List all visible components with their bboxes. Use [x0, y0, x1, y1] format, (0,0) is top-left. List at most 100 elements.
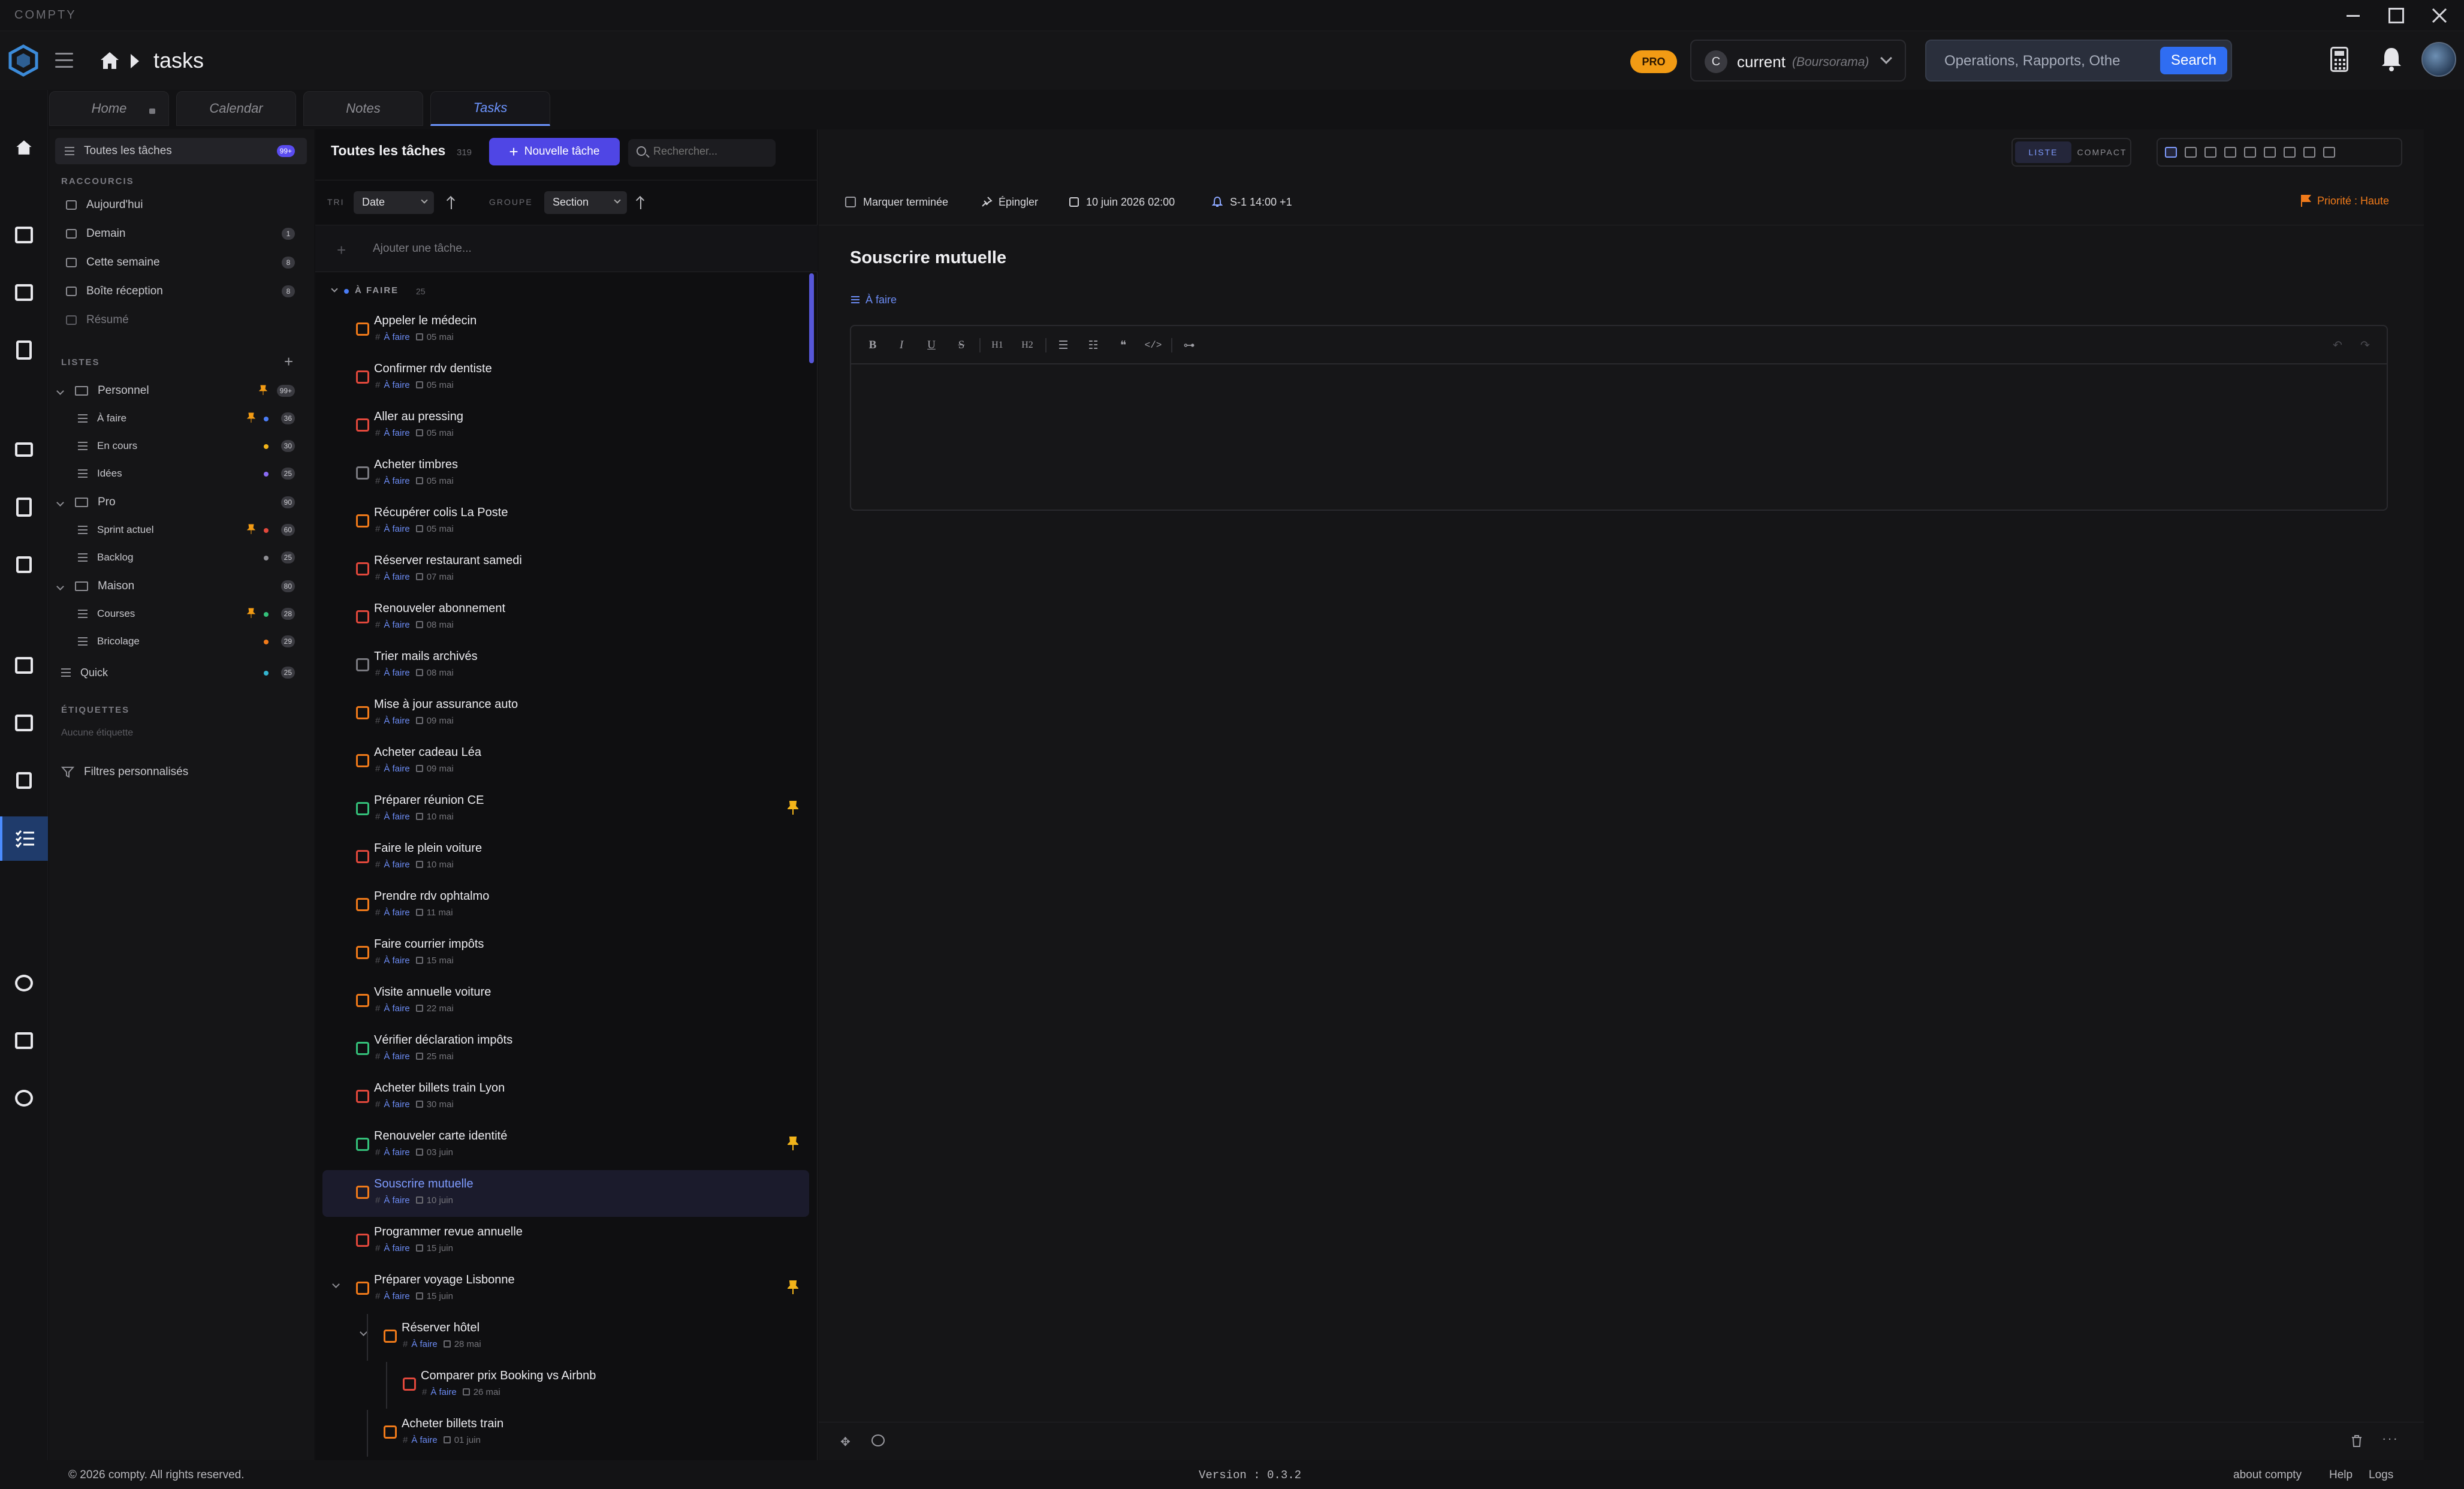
- layout-timeline-icon[interactable]: [2303, 147, 2315, 158]
- scrollbar[interactable]: [809, 273, 814, 363]
- priority-button[interactable]: Priorité : Haute: [2300, 194, 2389, 207]
- search-button[interactable]: Search: [2160, 47, 2227, 74]
- close-icon[interactable]: [2427, 5, 2451, 26]
- due-date-button[interactable]: 10 juin 2026 02:00: [1069, 193, 1175, 211]
- tab-tasks[interactable]: Tasks: [430, 91, 550, 126]
- sidebar-item-this-week[interactable]: Cette semaine 8: [49, 249, 307, 276]
- rail-report-icon[interactable]: [10, 336, 38, 364]
- sidebar-item-en-cours[interactable]: En cours 30: [49, 433, 307, 459]
- link-icon[interactable]: ⊶: [1181, 337, 1198, 354]
- task-checkbox[interactable]: [356, 418, 369, 432]
- rail-property-icon[interactable]: [10, 651, 38, 680]
- task-checkbox[interactable]: [356, 466, 369, 480]
- layout-grid2-icon[interactable]: [2204, 147, 2216, 158]
- chevron-down-icon[interactable]: [331, 285, 338, 293]
- heading1-button[interactable]: H1: [989, 337, 1006, 354]
- comment-icon[interactable]: [871, 1434, 885, 1446]
- task-row[interactable]: Acheter timbres # À faire 05 mai: [322, 451, 809, 498]
- view-compact-button[interactable]: COMPACT: [2074, 139, 2130, 165]
- rail-palette-icon[interactable]: [10, 1084, 38, 1113]
- task-row[interactable]: Faire courrier impôts # À faire 15 mai: [322, 930, 809, 977]
- account-selector[interactable]: C current (Boursorama): [1690, 40, 1906, 82]
- task-row[interactable]: Acheter billets train # À faire 01 juin: [322, 1410, 809, 1457]
- task-row[interactable]: Renouveler carte identité # À faire 03 juin: [322, 1122, 809, 1169]
- code-icon[interactable]: </>: [1145, 337, 1162, 354]
- layout-single-icon[interactable]: [2165, 147, 2177, 158]
- task-checkbox[interactable]: [356, 1042, 369, 1055]
- task-row[interactable]: Préparer réunion CE # À faire 10 mai: [322, 786, 809, 833]
- task-checkbox[interactable]: [356, 898, 369, 911]
- sidebar-folder-pro[interactable]: Pro 90: [49, 489, 307, 516]
- task-checkbox[interactable]: [356, 658, 369, 671]
- task-row[interactable]: Comparer prix Booking vs Airbnb # À faire 2…: [322, 1362, 809, 1409]
- chevron-down-icon[interactable]: [360, 1328, 367, 1336]
- sidebar-item-quick[interactable]: Quick 25: [49, 659, 307, 686]
- sidebar-item-a-faire[interactable]: À faire 36: [49, 405, 307, 432]
- task-checkbox[interactable]: [356, 1282, 369, 1295]
- task-title[interactable]: Souscrire mutuelle: [850, 248, 1006, 268]
- tab-home[interactable]: Home: [49, 91, 169, 126]
- sort-direction-icon[interactable]: [447, 194, 456, 212]
- task-row[interactable]: Programmer revue annuelle # À faire 15 juin: [322, 1218, 809, 1265]
- task-row[interactable]: Appeler le médecin # À faire 05 mai: [322, 307, 809, 354]
- task-row[interactable]: Confirmer rdv dentiste # À faire 05 mai: [322, 355, 809, 402]
- layout-sidebar-icon[interactable]: [2244, 147, 2256, 158]
- menu-toggle-icon[interactable]: [55, 53, 73, 68]
- task-checkbox[interactable]: [356, 610, 369, 623]
- task-checkbox[interactable]: [356, 1234, 369, 1247]
- task-checkbox[interactable]: [403, 1378, 416, 1391]
- layout-columns-icon[interactable]: [2264, 147, 2276, 158]
- heading2-button[interactable]: H2: [1019, 337, 1036, 354]
- rail-tasks-icon[interactable]: [0, 816, 48, 861]
- task-checkbox[interactable]: [356, 1090, 369, 1103]
- calculator-icon[interactable]: [2330, 47, 2348, 72]
- task-row[interactable]: Prendre rdv ophtalmo # À faire 11 mai: [322, 882, 809, 929]
- rail-dashboard-icon[interactable]: [10, 221, 38, 249]
- task-checkbox[interactable]: [356, 1186, 369, 1199]
- sidebar-item-custom-filters[interactable]: Filtres personnalisés: [49, 759, 307, 785]
- task-row[interactable]: Réserver restaurant samedi # À faire 07 mai: [322, 547, 809, 593]
- task-checkbox[interactable]: [356, 370, 369, 384]
- rail-cards-icon[interactable]: [10, 1026, 38, 1055]
- task-checkbox[interactable]: [356, 802, 369, 815]
- numbered-list-icon[interactable]: ☷: [1085, 337, 1102, 354]
- sidebar-item-courses[interactable]: Courses 28: [49, 601, 307, 627]
- redo-icon[interactable]: ↷: [2357, 337, 2373, 354]
- task-list-link[interactable]: À faire: [851, 294, 897, 306]
- task-checkbox[interactable]: [356, 322, 369, 336]
- bullet-list-icon[interactable]: ☰: [1055, 337, 1072, 354]
- sidebar-item-backlog[interactable]: Backlog 25: [49, 544, 307, 571]
- home-icon[interactable]: [98, 49, 121, 72]
- task-row[interactable]: Acheter cadeau Léa # À faire 09 mai: [322, 739, 809, 785]
- task-row[interactable]: Récupérer colis La Poste # À faire 05 mai: [322, 499, 809, 545]
- task-checkbox[interactable]: [356, 994, 369, 1007]
- rail-home-icon[interactable]: [10, 133, 38, 162]
- chevron-down-icon[interactable]: [332, 1280, 340, 1288]
- task-row[interactable]: Renouveler abonnement # À faire 08 mai: [322, 595, 809, 641]
- add-list-icon[interactable]: +: [284, 352, 293, 371]
- rail-table-icon[interactable]: [10, 278, 38, 307]
- task-checkbox[interactable]: [356, 562, 369, 575]
- help-link[interactable]: Help: [2329, 1469, 2353, 1482]
- quote-icon[interactable]: ❝: [1115, 337, 1132, 354]
- minimize-icon[interactable]: [2341, 5, 2365, 26]
- task-row[interactable]: Mise à jour assurance auto # À faire 09 mai: [322, 691, 809, 737]
- task-row[interactable]: Aller au pressing # À faire 05 mai: [322, 403, 809, 450]
- layout-calendar-icon[interactable]: [2284, 147, 2296, 158]
- more-options-icon[interactable]: ···: [2382, 1431, 2399, 1446]
- strikethrough-button[interactable]: S: [953, 337, 970, 354]
- group-select[interactable]: Section: [544, 191, 627, 214]
- task-checkbox[interactable]: [384, 1330, 397, 1343]
- layout-grid-icon[interactable]: [2185, 147, 2197, 158]
- pin-button[interactable]: Épingler: [981, 193, 1038, 211]
- task-row[interactable]: Souscrire mutuelle # À faire 10 juin: [322, 1170, 809, 1217]
- rail-notes-icon[interactable]: [10, 766, 38, 795]
- task-row[interactable]: Visite annuelle voiture # À faire 22 mai: [322, 978, 809, 1025]
- task-checkbox[interactable]: [356, 706, 369, 719]
- user-avatar[interactable]: [2421, 42, 2456, 77]
- bold-button[interactable]: B: [864, 337, 881, 354]
- rail-pomodoro-icon[interactable]: [10, 969, 38, 997]
- task-row[interactable]: Acheter billets train Lyon # À faire 30 mai: [322, 1074, 809, 1121]
- task-row[interactable]: Réserver hôtel # À faire 28 mai: [322, 1314, 809, 1361]
- rail-mail-icon[interactable]: [10, 435, 38, 464]
